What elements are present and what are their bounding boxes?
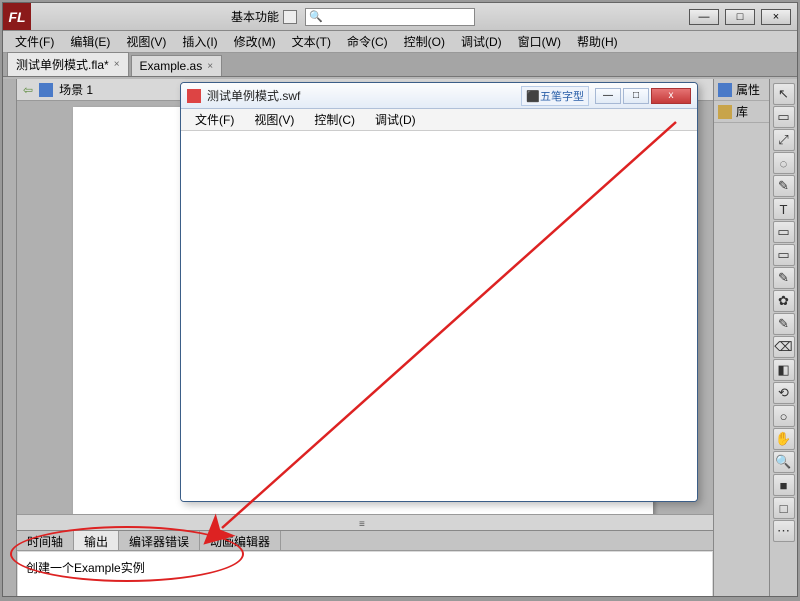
swf-title-text: 测试单例模式.swf xyxy=(207,87,521,104)
horizontal-scrollbar[interactable]: ≡ xyxy=(17,514,713,530)
document-tab[interactable]: Example.as × xyxy=(131,55,223,76)
swf-menu-item[interactable]: 文件(F) xyxy=(185,109,244,130)
tool-button[interactable]: ⤢ xyxy=(773,129,795,151)
tool-button[interactable]: ▭ xyxy=(773,221,795,243)
menu-item[interactable]: 命令(C) xyxy=(339,31,396,52)
minimize-button[interactable]: — xyxy=(689,9,719,25)
swf-minimize-button[interactable]: — xyxy=(595,88,621,104)
swf-maximize-button[interactable]: □ xyxy=(623,88,649,104)
tool-button[interactable]: ✋ xyxy=(773,428,795,450)
tool-button[interactable]: ⌫ xyxy=(773,336,795,358)
swf-title-bar[interactable]: 测试单例模式.swf ⬛五笔字型 — □ x xyxy=(181,83,697,109)
panel-label: 库 xyxy=(736,103,748,120)
scene-icon xyxy=(39,83,53,97)
menu-item[interactable]: 控制(O) xyxy=(396,31,453,52)
menu-item[interactable]: 修改(M) xyxy=(226,31,284,52)
menu-item[interactable]: 文本(T) xyxy=(284,31,339,52)
scene-name: 场景 1 xyxy=(59,81,93,98)
panel-tab[interactable]: 属性 xyxy=(714,79,769,101)
tool-button[interactable]: ■ xyxy=(773,474,795,496)
swf-menu-bar: 文件(F)视图(V)控制(C)调试(D) xyxy=(181,109,697,131)
chevron-down-icon xyxy=(283,10,297,24)
flash-icon xyxy=(187,89,201,103)
tab-label: Example.as xyxy=(140,59,203,73)
tool-button[interactable]: ▭ xyxy=(773,244,795,266)
tab-label: 测试单例模式.fla* xyxy=(16,56,109,73)
menu-item[interactable]: 文件(F) xyxy=(7,31,62,52)
swf-close-button[interactable]: x xyxy=(651,88,691,104)
maximize-button[interactable]: □ xyxy=(725,9,755,25)
document-tab[interactable]: 测试单例模式.fla* × xyxy=(7,52,129,76)
tool-button[interactable]: ⋯ xyxy=(773,520,795,542)
app-logo: FL xyxy=(3,3,31,30)
tool-button[interactable]: ◧ xyxy=(773,359,795,381)
tool-button[interactable]: ✎ xyxy=(773,313,795,335)
tool-button[interactable]: ✿ xyxy=(773,290,795,312)
tool-button[interactable]: ✎ xyxy=(773,267,795,289)
swf-menu-item[interactable]: 控制(C) xyxy=(304,109,365,130)
bottom-tab[interactable]: 时间轴 xyxy=(17,531,74,550)
bottom-panel: 时间轴输出编译器错误动画编辑器 创建一个Example实例 xyxy=(17,530,713,596)
left-gutter xyxy=(3,79,17,596)
tool-strip: ↖▭⤢◌✎T▭▭✎✿✎⌫◧⟲○✋🔍■□⋯ xyxy=(769,79,797,596)
close-button[interactable]: × xyxy=(761,9,791,25)
tool-button[interactable]: ✎ xyxy=(773,175,795,197)
swf-preview-window[interactable]: 测试单例模式.swf ⬛五笔字型 — □ x 文件(F)视图(V)控制(C)调试… xyxy=(180,82,698,502)
tool-button[interactable]: ↖ xyxy=(773,83,795,105)
properties-icon xyxy=(718,83,732,97)
swf-stage[interactable] xyxy=(181,131,697,501)
tool-button[interactable]: □ xyxy=(773,497,795,519)
right-panel: 属性库 xyxy=(713,79,769,596)
menu-item[interactable]: 窗口(W) xyxy=(510,31,569,52)
ime-indicator[interactable]: ⬛五笔字型 xyxy=(521,86,589,106)
panel-label: 属性 xyxy=(736,81,760,98)
tool-button[interactable]: ⟲ xyxy=(773,382,795,404)
close-icon[interactable]: × xyxy=(114,59,120,70)
tool-button[interactable]: T xyxy=(773,198,795,220)
search-input[interactable]: 🔍 xyxy=(305,8,475,26)
tool-button[interactable]: ◌ xyxy=(773,152,795,174)
title-bar: FL 基本功能 🔍 — □ × xyxy=(3,3,797,31)
tool-button[interactable]: ○ xyxy=(773,405,795,427)
menu-item[interactable]: 插入(I) xyxy=(174,31,225,52)
tool-button[interactable]: 🔍 xyxy=(773,451,795,473)
scroll-grip-icon: ≡ xyxy=(359,519,371,527)
back-arrow-icon[interactable]: ⇦ xyxy=(23,83,33,97)
output-text: 创建一个Example实例 xyxy=(26,561,145,575)
swf-menu-item[interactable]: 调试(D) xyxy=(365,109,426,130)
bottom-tab[interactable]: 输出 xyxy=(74,531,119,550)
menu-bar: 文件(F)编辑(E)视图(V)插入(I)修改(M)文本(T)命令(C)控制(O)… xyxy=(3,31,797,53)
search-icon: 🔍 xyxy=(306,10,326,23)
menu-item[interactable]: 调试(D) xyxy=(453,31,510,52)
menu-item[interactable]: 视图(V) xyxy=(118,31,174,52)
workspace-label: 基本功能 xyxy=(231,8,279,25)
output-panel: 创建一个Example实例 xyxy=(18,552,712,596)
bottom-panel-tabs: 时间轴输出编译器错误动画编辑器 xyxy=(17,531,713,551)
library-icon xyxy=(718,105,732,119)
workspace-switcher[interactable]: 基本功能 xyxy=(231,8,297,25)
menu-item[interactable]: 编辑(E) xyxy=(62,31,118,52)
close-icon[interactable]: × xyxy=(207,61,213,72)
bottom-tab[interactable]: 动画编辑器 xyxy=(200,531,281,550)
document-tabs: 测试单例模式.fla* × Example.as × xyxy=(3,53,797,77)
bottom-tab[interactable]: 编译器错误 xyxy=(119,531,200,550)
panel-tab[interactable]: 库 xyxy=(714,101,769,123)
swf-menu-item[interactable]: 视图(V) xyxy=(244,109,304,130)
menu-item[interactable]: 帮助(H) xyxy=(569,31,626,52)
tool-button[interactable]: ▭ xyxy=(773,106,795,128)
